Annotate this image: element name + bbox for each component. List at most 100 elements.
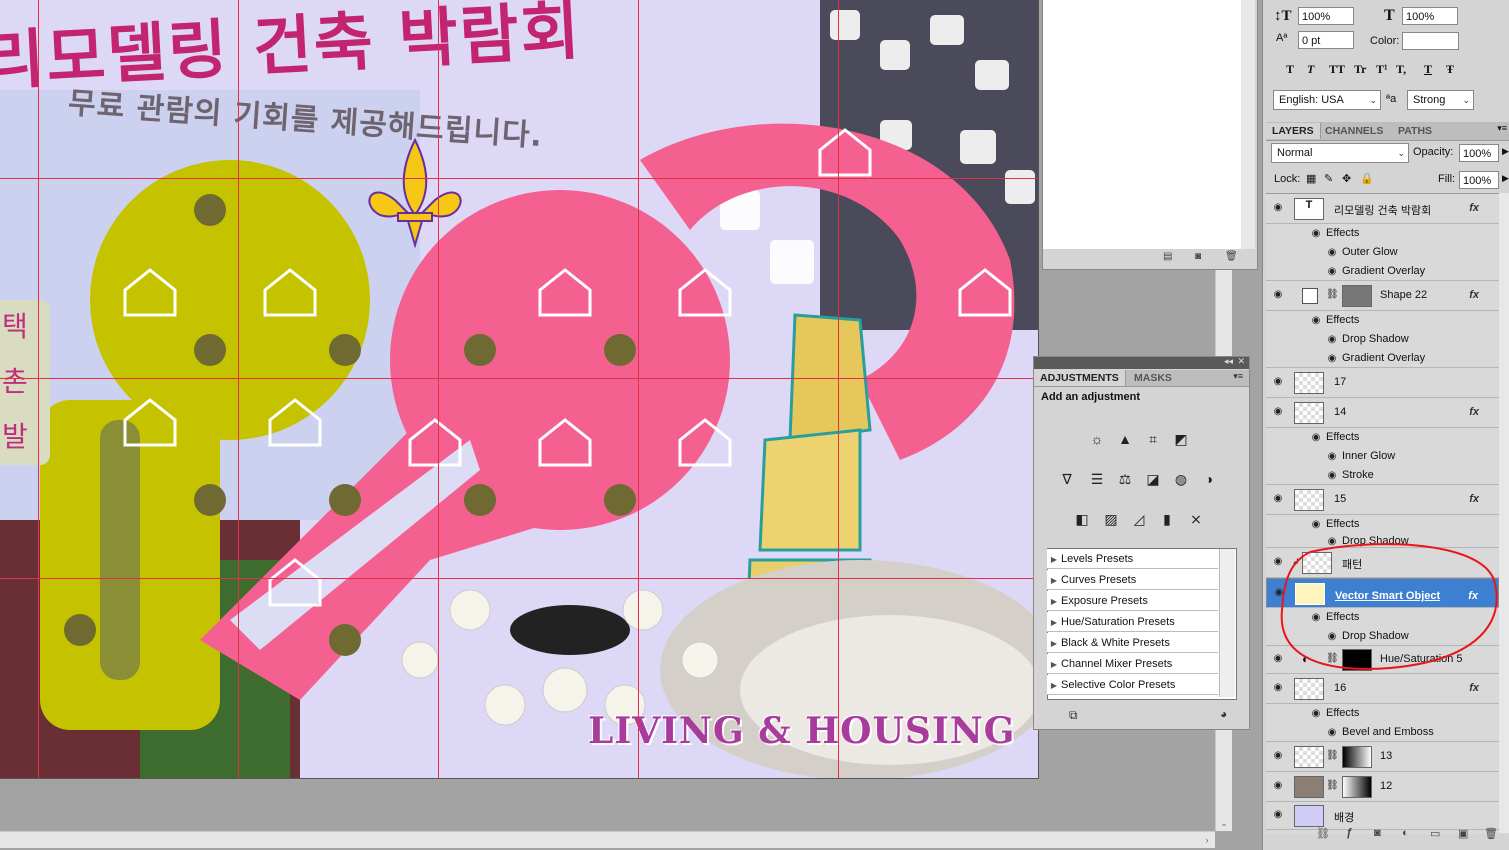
layer-row[interactable]: ◉ ⛓ 13 — [1266, 742, 1499, 772]
layer-row[interactable]: ◉ ⛓ 12 — [1266, 772, 1499, 802]
eye-icon[interactable]: ◉ — [1272, 203, 1284, 213]
channel-mixer-icon[interactable]: ◑ — [1198, 468, 1220, 490]
preset-channel-mixer[interactable]: ▶ Channel Mixer Presets — [1047, 654, 1218, 674]
layer-row[interactable]: ◉ ⛓ Shape 22 fx — [1266, 281, 1499, 311]
scroll-down-icon[interactable]: ⌄ — [1216, 815, 1232, 831]
effects-group[interactable]: ◉ Effects — [1266, 515, 1499, 534]
layer-row[interactable]: ◉ T 리모델링 건축 박람회 fx — [1266, 194, 1499, 224]
black-white-icon[interactable]: ◪ — [1142, 468, 1164, 490]
link-layers-icon[interactable]: ⛓ — [1316, 827, 1330, 840]
preset-selective-color[interactable]: ▶ Selective Color Presets — [1047, 675, 1218, 695]
eye-icon[interactable]: ◉ — [1326, 354, 1338, 364]
eye-icon[interactable]: ◉ — [1272, 810, 1284, 820]
exposure-icon[interactable]: ◩ — [1170, 428, 1192, 450]
eye-icon[interactable]: ◉ — [1272, 290, 1284, 300]
photo-filter-icon[interactable]: ◍ — [1170, 468, 1192, 490]
vertical-scale-field[interactable]: 100% — [1298, 7, 1354, 25]
add-style-icon[interactable]: ƒ — [1346, 827, 1352, 839]
opacity-slider-icon[interactable]: ▶ — [1502, 146, 1509, 157]
small-caps-button[interactable]: Tr — [1354, 62, 1366, 77]
eye-icon[interactable]: ◉ — [1326, 335, 1338, 345]
tab-adjustments[interactable]: ADJUSTMENTS — [1034, 370, 1126, 386]
strikethrough-button[interactable]: Ŧ — [1446, 62, 1454, 77]
layer-row[interactable]: ◉ 17 — [1266, 368, 1499, 398]
horizontal-scrollbar[interactable]: › — [0, 831, 1215, 848]
gradient-map-icon[interactable]: ▮ — [1156, 508, 1178, 530]
effect-row[interactable]: ◉ Stroke — [1266, 466, 1499, 485]
fx-icon[interactable]: fx — [1469, 493, 1479, 505]
all-caps-button[interactable]: TT — [1329, 62, 1345, 77]
posterize-icon[interactable]: ▨ — [1100, 508, 1122, 530]
brightness-icon[interactable]: ☼ — [1086, 428, 1108, 450]
panel-menu-icon[interactable]: ▾≡ — [1233, 371, 1243, 382]
invert-icon[interactable]: ◧ — [1071, 508, 1093, 530]
fill-slider-icon[interactable]: ▶ — [1502, 173, 1509, 184]
history-scrollbar[interactable] — [1241, 0, 1255, 249]
lock-pixels-icon[interactable]: ✎ — [1324, 172, 1333, 185]
fx-icon[interactable]: fx — [1469, 406, 1479, 418]
horizontal-scale-field[interactable]: 100% — [1402, 7, 1458, 25]
eye-icon[interactable]: ◉ — [1272, 781, 1284, 791]
eye-icon[interactable]: ◉ — [1272, 683, 1284, 693]
preset-hue-saturation[interactable]: ▶ Hue/Saturation Presets — [1047, 612, 1218, 632]
new-adjustment-icon[interactable]: ◐ — [1402, 827, 1409, 839]
effects-group[interactable]: ◉ Effects — [1266, 311, 1499, 330]
layers-scrollbar[interactable] — [1499, 193, 1509, 833]
tab-masks[interactable]: MASKS — [1128, 370, 1178, 386]
superscript-button[interactable]: T¹ — [1376, 62, 1388, 77]
delete-layer-icon[interactable]: 🗑 — [1484, 827, 1498, 840]
hue-saturation-icon[interactable]: ☰ — [1086, 468, 1108, 490]
panel-titlebar[interactable]: ◂◂ ✕ — [1034, 356, 1249, 369]
effect-row[interactable]: ◉ Outer Glow — [1266, 243, 1499, 262]
document-canvas[interactable]: 리모델링 건축 박람회 무료 관람의 기회를 제공해드립니다. 택 촌 발 LI… — [0, 0, 1039, 779]
view-toggle-icon[interactable]: ◕ — [1220, 707, 1227, 721]
color-balance-icon[interactable]: ⚖ — [1114, 468, 1136, 490]
eye-icon[interactable]: ◉ — [1272, 377, 1284, 387]
preset-levels[interactable]: ▶ Levels Presets — [1047, 549, 1218, 569]
vibrance-icon[interactable]: ∇ — [1056, 468, 1078, 490]
clip-to-layer-icon[interactable]: ⧉ — [1069, 708, 1078, 723]
curves-icon[interactable]: ⌗ — [1142, 428, 1164, 450]
effect-row[interactable]: ◉ Drop Shadow — [1266, 330, 1499, 349]
eye-icon[interactable]: ◉ — [1326, 728, 1338, 738]
eye-icon[interactable]: ◉ — [1326, 267, 1338, 277]
fx-icon[interactable]: fx — [1469, 202, 1479, 214]
trash-icon[interactable]: 🗑 — [1225, 251, 1239, 262]
faux-italic-button[interactable]: T — [1307, 62, 1314, 77]
baseline-shift-field[interactable]: 0 pt — [1298, 31, 1354, 49]
tab-layers[interactable]: LAYERS — [1266, 123, 1321, 139]
eye-icon[interactable]: ◉ — [1310, 709, 1322, 719]
fx-icon[interactable]: fx — [1469, 289, 1479, 301]
new-document-icon[interactable]: ▤ — [1163, 251, 1177, 262]
layer-row[interactable]: ◉ 14 fx — [1266, 398, 1499, 428]
eye-icon[interactable]: ◉ — [1326, 452, 1338, 462]
new-snapshot-icon[interactable]: ◙ — [1195, 251, 1209, 262]
effects-group[interactable]: ◉ Effects — [1266, 428, 1499, 447]
underline-button[interactable]: T — [1424, 62, 1432, 77]
effect-row[interactable]: ◉ Inner Glow — [1266, 447, 1499, 466]
fx-icon[interactable]: fx — [1469, 682, 1479, 694]
opacity-field[interactable]: 100% — [1459, 144, 1499, 162]
history-list[interactable] — [1043, 0, 1241, 249]
presets-scrollbar[interactable] — [1219, 549, 1235, 697]
close-icon[interactable]: ✕ — [1237, 356, 1245, 367]
color-swatch[interactable] — [1402, 32, 1459, 50]
add-mask-icon[interactable]: ◙ — [1374, 827, 1381, 839]
eye-icon[interactable]: ◉ — [1310, 433, 1322, 443]
subscript-button[interactable]: T, — [1396, 62, 1406, 77]
eye-icon[interactable]: ◉ — [1310, 229, 1322, 239]
panel-menu-icon[interactable]: ▾≡ — [1497, 123, 1507, 134]
lock-all-icon[interactable]: 🔒 — [1360, 172, 1374, 185]
lock-position-icon[interactable]: ✥ — [1342, 172, 1351, 185]
eye-icon[interactable]: ◉ — [1310, 520, 1322, 530]
antialias-select[interactable]: Strong ⌄ — [1407, 90, 1474, 110]
selective-color-icon[interactable]: ⨯ — [1185, 508, 1207, 530]
collapse-icon[interactable]: ◂◂ — [1224, 356, 1233, 367]
preset-exposure[interactable]: ▶ Exposure Presets — [1047, 591, 1218, 611]
scroll-right-icon[interactable]: › — [1199, 832, 1215, 848]
threshold-icon[interactable]: ◿ — [1128, 508, 1150, 530]
effects-group[interactable]: ◉ Effects — [1266, 704, 1499, 723]
effect-row[interactable]: ◉ Bevel and Emboss — [1266, 723, 1499, 742]
levels-icon[interactable]: ▲ — [1114, 428, 1136, 450]
new-layer-icon[interactable]: ▣ — [1458, 827, 1468, 840]
